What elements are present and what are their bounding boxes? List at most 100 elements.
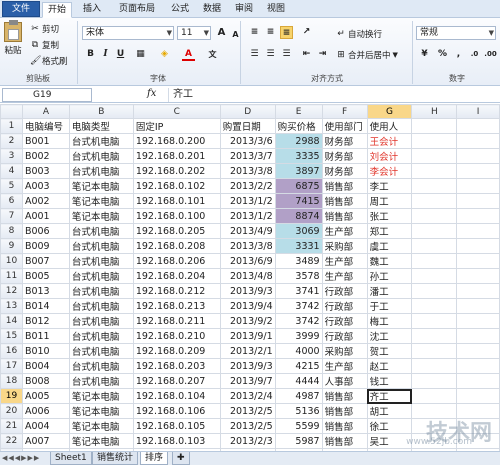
- table-cell[interactable]: [411, 178, 458, 195]
- column-header[interactable]: B: [68, 103, 134, 120]
- table-cell[interactable]: 2013/9/4: [219, 298, 276, 315]
- table-cell[interactable]: 购置日期: [219, 118, 276, 135]
- table-cell[interactable]: 3999: [274, 328, 323, 345]
- italic-button[interactable]: I: [99, 48, 112, 61]
- table-cell[interactable]: 2013/3/8: [219, 238, 276, 255]
- table-cell[interactable]: 销售部: [321, 178, 368, 195]
- align-left-icon[interactable]: ☰: [248, 48, 261, 61]
- row-header[interactable]: 9: [0, 238, 23, 255]
- table-cell[interactable]: 5599: [274, 418, 323, 435]
- table-cell[interactable]: 192.168.0.209: [132, 343, 221, 360]
- table-cell[interactable]: 刘会计: [366, 148, 413, 165]
- row-header[interactable]: 16: [0, 343, 23, 360]
- table-cell[interactable]: 电脑类型: [68, 118, 134, 135]
- table-cell[interactable]: [411, 358, 458, 375]
- column-header[interactable]: F: [321, 103, 368, 120]
- row-header[interactable]: 21: [0, 418, 23, 435]
- indent-decrease-icon[interactable]: ⇤: [300, 48, 313, 61]
- table-cell[interactable]: 192.168.0.104: [132, 388, 221, 405]
- font-color-icon[interactable]: A: [182, 48, 195, 61]
- table-cell[interactable]: 192.168.0.202: [132, 163, 221, 180]
- table-cell[interactable]: [456, 118, 500, 135]
- comma-button[interactable]: ,: [452, 48, 465, 61]
- align-top-icon[interactable]: ≡: [248, 26, 261, 39]
- row-header[interactable]: 17: [0, 358, 23, 375]
- table-cell[interactable]: 梅工: [366, 313, 413, 330]
- table-cell[interactable]: [456, 313, 500, 330]
- table-cell[interactable]: 笔记本电脑: [68, 433, 134, 450]
- table-cell[interactable]: 财务部: [321, 148, 368, 165]
- table-cell[interactable]: B007: [21, 253, 70, 270]
- column-header[interactable]: I: [456, 103, 500, 120]
- table-cell[interactable]: 台式机电脑: [68, 163, 134, 180]
- table-cell[interactable]: 台式机电脑: [68, 283, 134, 300]
- table-cell[interactable]: [411, 298, 458, 315]
- cut-button[interactable]: ✂ 剪切: [30, 23, 59, 35]
- table-cell[interactable]: [456, 178, 500, 195]
- table-cell[interactable]: 2013/2/2: [219, 178, 276, 195]
- align-bottom-icon[interactable]: ≡: [280, 26, 293, 39]
- row-header[interactable]: 18: [0, 373, 23, 390]
- sheet-nav-icon[interactable]: ◀◀◀▶▶▶: [2, 454, 40, 462]
- table-cell[interactable]: 台式机电脑: [68, 268, 134, 285]
- align-center-icon[interactable]: ☰: [264, 48, 277, 61]
- format-painter-button[interactable]: 🖌 格式刷: [30, 55, 68, 67]
- table-cell[interactable]: 沈工: [366, 328, 413, 345]
- table-cell[interactable]: 笔记本电脑: [68, 418, 134, 435]
- table-cell[interactable]: 电脑编号: [21, 118, 70, 135]
- table-cell[interactable]: 胡工: [366, 403, 413, 420]
- table-cell[interactable]: [456, 238, 500, 255]
- table-cell[interactable]: 2013/9/3: [219, 358, 276, 375]
- column-header[interactable]: G: [366, 103, 413, 120]
- row-header[interactable]: 5: [0, 178, 23, 195]
- table-cell[interactable]: 3489: [274, 253, 323, 270]
- table-cell[interactable]: [411, 193, 458, 210]
- table-cell[interactable]: B014: [21, 298, 70, 315]
- font-name-select[interactable]: 宋体 ▼: [82, 26, 174, 40]
- row-header[interactable]: 22: [0, 433, 23, 450]
- column-header[interactable]: D: [219, 103, 276, 120]
- row-header[interactable]: 4: [0, 163, 23, 180]
- row-header[interactable]: 13: [0, 298, 23, 315]
- sheet-tab-sheet1[interactable]: Sheet1: [50, 452, 92, 465]
- row-header[interactable]: 2: [0, 133, 23, 150]
- table-cell[interactable]: 2013/2/3: [219, 433, 276, 450]
- table-cell[interactable]: 3331: [274, 238, 323, 255]
- row-header[interactable]: 12: [0, 283, 23, 300]
- table-cell[interactable]: 192.168.0.101: [132, 193, 221, 210]
- borders-icon[interactable]: ▦: [134, 48, 147, 61]
- align-middle-icon[interactable]: ≡: [264, 26, 277, 39]
- number-format-select[interactable]: 常规 ▼: [416, 26, 496, 40]
- percent-button[interactable]: %: [436, 48, 449, 61]
- table-cell[interactable]: [411, 268, 458, 285]
- table-cell[interactable]: 192.168.0.201: [132, 148, 221, 165]
- copy-button[interactable]: ⧉ 复制: [30, 39, 59, 51]
- table-cell[interactable]: 销售部: [321, 418, 368, 435]
- table-cell[interactable]: 周工: [366, 193, 413, 210]
- currency-icon[interactable]: ¥: [418, 48, 431, 61]
- row-header[interactable]: 14: [0, 313, 23, 330]
- table-cell[interactable]: 赵工: [366, 358, 413, 375]
- table-cell[interactable]: 192.168.0.103: [132, 433, 221, 450]
- table-cell[interactable]: 2013/9/3: [219, 283, 276, 300]
- table-cell[interactable]: 5136: [274, 403, 323, 420]
- table-cell[interactable]: 虞工: [366, 238, 413, 255]
- table-cell[interactable]: 台式机电脑: [68, 133, 134, 150]
- bold-button[interactable]: B: [84, 48, 97, 61]
- table-cell[interactable]: 台式机电脑: [68, 313, 134, 330]
- table-cell[interactable]: [456, 268, 500, 285]
- table-cell[interactable]: 2013/3/6: [219, 133, 276, 150]
- table-cell[interactable]: A002: [21, 193, 70, 210]
- align-right-icon[interactable]: ☰: [280, 48, 293, 61]
- tab-home[interactable]: 开始: [42, 2, 72, 18]
- table-cell[interactable]: B006: [21, 223, 70, 240]
- table-cell[interactable]: B013: [21, 283, 70, 300]
- table-cell[interactable]: 2013/4/8: [219, 268, 276, 285]
- table-cell[interactable]: 台式机电脑: [68, 238, 134, 255]
- table-cell[interactable]: 192.168.0.211: [132, 313, 221, 330]
- table-cell[interactable]: 8874: [274, 208, 323, 225]
- table-cell[interactable]: 192.168.0.205: [132, 223, 221, 240]
- phonetic-icon[interactable]: 文: [206, 48, 219, 61]
- table-cell[interactable]: 2988: [274, 133, 323, 150]
- table-cell[interactable]: 2013/2/5: [219, 403, 276, 420]
